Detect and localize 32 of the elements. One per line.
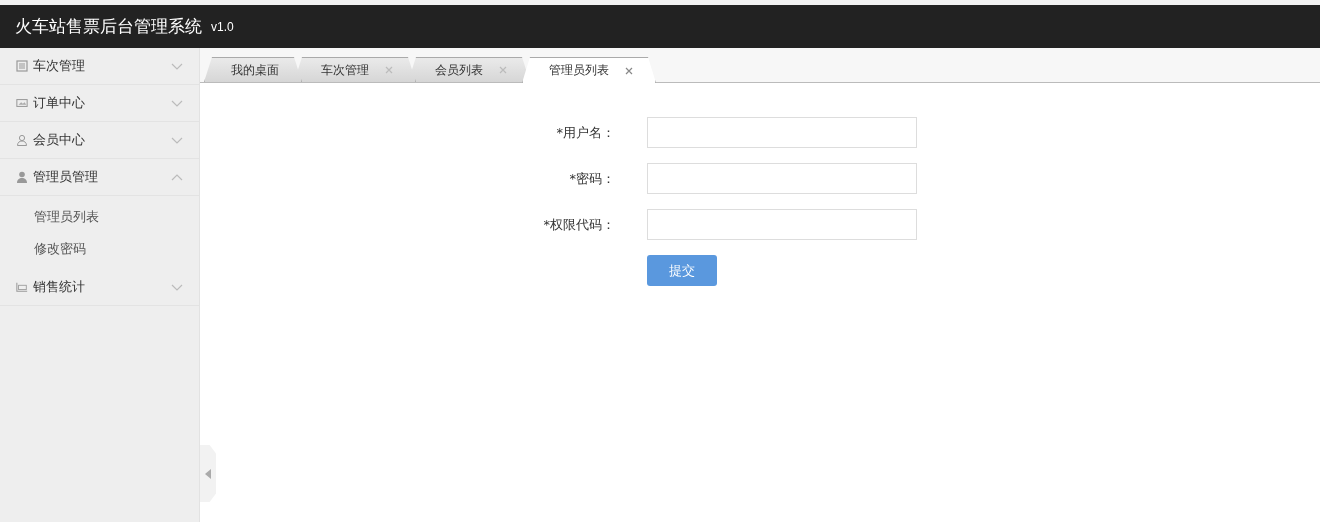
chart-icon: [16, 281, 28, 293]
chevron-down-icon: [171, 99, 183, 107]
chevron-down-icon: [171, 136, 183, 144]
document-icon: [16, 60, 28, 72]
user-icon: [16, 134, 28, 146]
menu-item[interactable]: 订单中心: [0, 85, 199, 122]
collapse-handle[interactable]: [200, 445, 216, 502]
input-field[interactable]: [647, 163, 917, 194]
app-title: 火车站售票后台管理系统: [15, 15, 202, 38]
tab[interactable]: 我的桌面: [204, 57, 302, 82]
field-label: *权限代码：: [542, 215, 615, 234]
menu-item[interactable]: 车次管理: [0, 48, 199, 85]
tab[interactable]: 管理员列表: [522, 57, 656, 83]
menu-item[interactable]: 销售统计: [0, 269, 199, 306]
field-label: *密码：: [568, 169, 615, 188]
submenu-item[interactable]: 管理员列表: [0, 201, 199, 233]
field-label: *用户名：: [555, 123, 615, 142]
menu-item[interactable]: 会员中心: [0, 122, 199, 159]
chevron-down-icon: [171, 283, 183, 291]
user-icon: [16, 171, 28, 183]
input-field[interactable]: [647, 209, 917, 240]
image-icon: [16, 97, 28, 109]
chevron-down-icon: [171, 62, 183, 70]
menu-item[interactable]: 管理员管理: [0, 159, 199, 196]
chevron-up-icon: [171, 173, 183, 181]
version-label: v1.0: [211, 19, 234, 34]
input-field[interactable]: [647, 117, 917, 148]
submenu-item[interactable]: 修改密码: [0, 233, 199, 265]
close-icon[interactable]: [385, 66, 393, 74]
close-icon[interactable]: [625, 66, 633, 75]
caret-left-icon: [205, 468, 211, 479]
close-icon[interactable]: [499, 66, 507, 74]
